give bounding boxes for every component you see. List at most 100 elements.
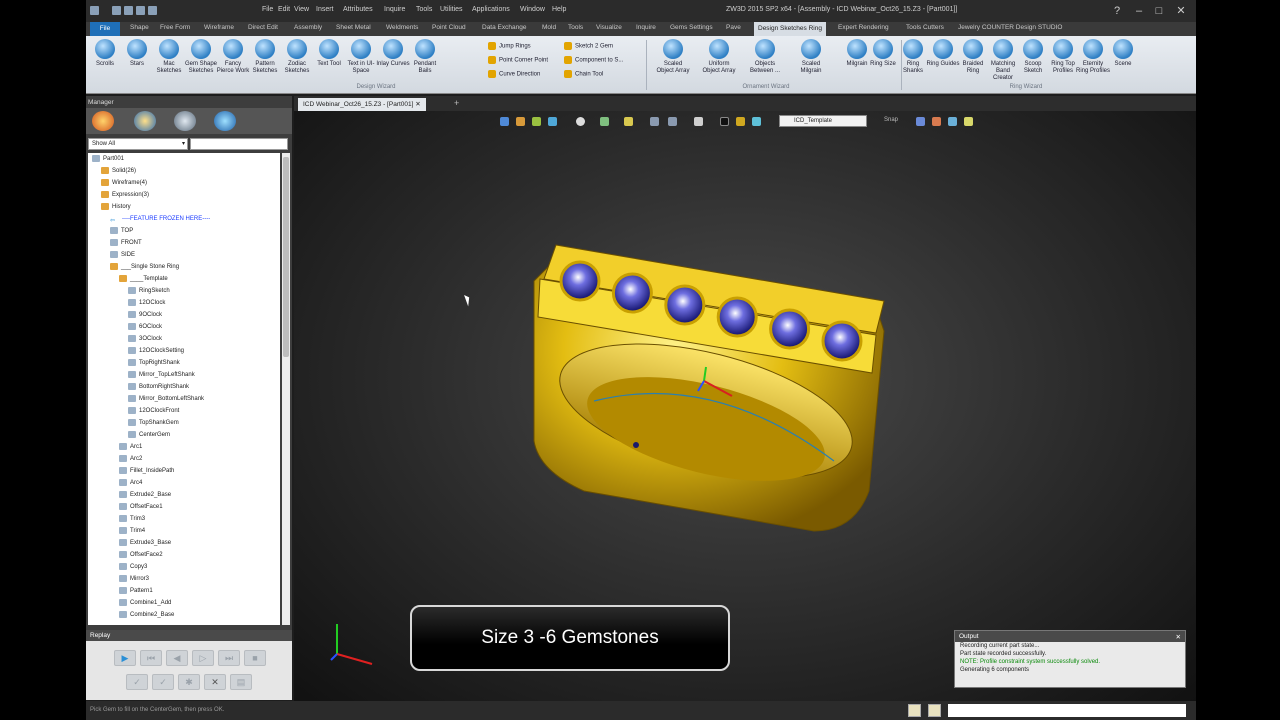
ribbon-button-ring-size[interactable]: Ring Size: [866, 39, 900, 68]
tree-item[interactable]: OffsetFace1: [119, 501, 163, 513]
tab-data-exchange[interactable]: Data Exchange: [482, 24, 526, 31]
ribbon-small-button[interactable]: Component to S...: [564, 56, 623, 64]
ribbon-button-braided-ring[interactable]: Braided Ring: [956, 39, 990, 75]
tab-tools-cutters[interactable]: Tools Cutters: [906, 24, 944, 31]
ribbon-button-ring-shanks[interactable]: Ring Shanks: [896, 39, 930, 75]
tree-item[interactable]: Fillet_InsidePath: [119, 465, 174, 477]
command-input[interactable]: [948, 704, 1186, 717]
tab-gems-settings[interactable]: Gems Settings: [670, 24, 713, 31]
tab-weldments[interactable]: Weldments: [386, 24, 418, 31]
tree-item[interactable]: Expression(3): [101, 189, 149, 201]
ribbon-button-gem-shape-sketches[interactable]: Gem Shape Sketches: [184, 39, 218, 75]
ribbon-button-eternity-ring-profiles[interactable]: Eternity Ring Profiles: [1076, 39, 1110, 75]
menu-item[interactable]: View: [294, 6, 309, 13]
gemstone[interactable]: [611, 272, 653, 314]
tree-item[interactable]: OffsetFace2: [119, 549, 163, 561]
tree-item[interactable]: Arc1: [119, 441, 142, 453]
app-logo-icon[interactable]: [90, 6, 99, 15]
tree-item[interactable]: Extrude3_Base: [119, 537, 171, 549]
tree-item[interactable]: Mirror3: [119, 573, 149, 585]
gemstone[interactable]: [769, 308, 811, 350]
tab-design-sketches-ring[interactable]: Design Sketches Ring: [754, 22, 826, 36]
print-icon[interactable]: [148, 6, 157, 15]
tab-sheet-metal[interactable]: Sheet Metal: [336, 24, 371, 31]
tree-item[interactable]: TopShankGem: [128, 417, 179, 429]
save-icon[interactable]: [136, 6, 145, 15]
ribbon-small-button[interactable]: Sketch 2 Gem: [564, 42, 613, 50]
menu-item[interactable]: Edit: [278, 6, 290, 13]
tab-jewelry-counter-design-studio[interactable]: Jewelry COUNTER Design STUDIO: [958, 24, 1062, 31]
ribbon-button-stars[interactable]: Stars: [120, 39, 154, 68]
replay-check-button[interactable]: ✓: [126, 674, 148, 690]
tree-item[interactable]: BottomRightShank: [128, 381, 189, 393]
ribbon-button-ring-guides[interactable]: Ring Guides: [926, 39, 960, 68]
ribbon-button-text-tool[interactable]: Text Tool: [312, 39, 346, 68]
close-button[interactable]: ✕: [1174, 4, 1188, 18]
tree-item[interactable]: Solid(26): [101, 165, 136, 177]
tree-scrollbar[interactable]: [282, 153, 290, 625]
open-file-icon[interactable]: [124, 6, 133, 15]
status-toggle-icon[interactable]: [908, 704, 921, 717]
tree-item[interactable]: 9OClock: [128, 309, 162, 321]
assembly-tab-icon[interactable]: [134, 111, 156, 131]
ribbon-button-scoop-sketch[interactable]: Scoop Sketch: [1016, 39, 1050, 75]
tree-item[interactable]: TOP: [110, 225, 133, 237]
tree-scroll-thumb[interactable]: [283, 157, 289, 357]
ribbon-small-button[interactable]: Jump Rings: [488, 42, 531, 50]
tree-item[interactable]: Trim4: [119, 525, 145, 537]
replay-cancel-button[interactable]: ✕: [204, 674, 226, 690]
tree-item[interactable]: Combine1_Add: [119, 597, 171, 609]
tree-item[interactable]: TopRightShank: [128, 357, 180, 369]
tree-item[interactable]: Combine2_Base: [119, 609, 174, 621]
tree-item[interactable]: Part001: [92, 153, 124, 165]
replay-next-button[interactable]: ▷: [192, 650, 214, 666]
replay-save-button[interactable]: ▤: [230, 674, 252, 690]
tree-item[interactable]: Extrude2_Base: [119, 489, 171, 501]
tab-assembly[interactable]: Assembly: [294, 24, 322, 31]
tree-item[interactable]: Mirror_TopLeftShank: [128, 369, 195, 381]
tree-item[interactable]: Wireframe(4): [101, 177, 147, 189]
ribbon-button-pattern-sketches[interactable]: Pattern Sketches: [248, 39, 282, 75]
menu-item[interactable]: Applications: [472, 6, 510, 13]
ribbon-small-button[interactable]: Point Corner Point: [488, 56, 548, 64]
status-toggle-icon[interactable]: [928, 704, 941, 717]
replay-step-back-button[interactable]: ⏮: [140, 650, 162, 666]
ribbon-button-uniform-object-array[interactable]: Uniform Object Array: [702, 39, 736, 75]
new-file-icon[interactable]: [112, 6, 121, 15]
tab-free-form[interactable]: Free Form: [160, 24, 190, 31]
tree-item[interactable]: ⇦ ----FEATURE FROZEN HERE----: [110, 213, 210, 225]
minimize-button[interactable]: –: [1132, 4, 1146, 18]
help-icon[interactable]: ?: [1110, 4, 1124, 18]
ribbon-button-ring-top-profiles[interactable]: Ring Top Profiles: [1046, 39, 1080, 75]
tree-item[interactable]: 12OClockFront: [128, 405, 179, 417]
tree-item[interactable]: Copy3: [119, 561, 147, 573]
ribbon-small-button[interactable]: Chain Tool: [564, 70, 603, 78]
maximize-button[interactable]: □: [1152, 4, 1166, 18]
tree-item[interactable]: Trim3: [119, 513, 145, 525]
history-tab-icon[interactable]: [92, 111, 114, 131]
menu-item[interactable]: Attributes: [343, 6, 373, 13]
tree-item[interactable]: ___Single Stone Ring: [110, 261, 179, 273]
view-tab-icon[interactable]: [174, 111, 196, 131]
ribbon-button-fancy-pierce-work[interactable]: Fancy Pierce Work: [216, 39, 250, 75]
ribbon-button-scaled-object-array[interactable]: Scaled Object Array: [656, 39, 690, 75]
gemstone[interactable]: [821, 320, 863, 362]
menu-item[interactable]: Insert: [316, 6, 334, 13]
tree-item[interactable]: ____Template: [119, 273, 168, 285]
tab-inquire[interactable]: Inquire: [636, 24, 656, 31]
tree-item[interactable]: SIDE: [110, 249, 135, 261]
tab-file[interactable]: File: [90, 22, 120, 36]
tab-shape[interactable]: Shape: [130, 24, 149, 31]
tab-mold[interactable]: Mold: [542, 24, 556, 31]
menu-item[interactable]: Tools: [416, 6, 432, 13]
ribbon-button-zodiac-sketches[interactable]: Zodiac Sketches: [280, 39, 314, 75]
gemstone[interactable]: [559, 260, 601, 302]
tree-item[interactable]: Mirror_BottomLeftShank: [128, 393, 204, 405]
pick-point[interactable]: [633, 442, 639, 448]
3d-viewport[interactable]: ICD_Template Snap Size 3 -6 Gemstones: [294, 111, 1196, 701]
tab-point-cloud[interactable]: Point Cloud: [432, 24, 466, 31]
tree-item[interactable]: 12OClockSetting: [128, 345, 184, 357]
menu-item[interactable]: Utilities: [440, 6, 463, 13]
tree-item[interactable]: 6OClock: [128, 321, 162, 333]
replay-check2-button[interactable]: ✓: [152, 674, 174, 690]
